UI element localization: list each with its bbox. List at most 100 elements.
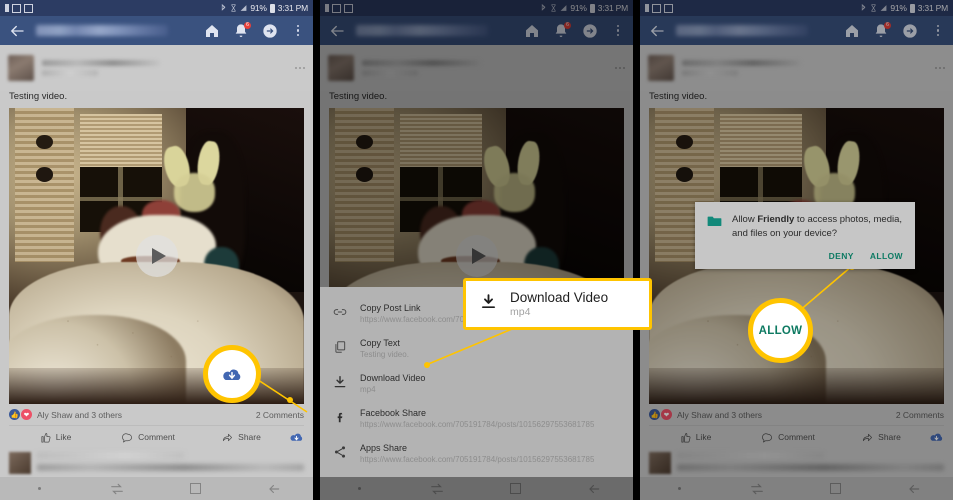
heart-reaction-icon: ❤: [661, 409, 672, 420]
hourglass-icon: [871, 4, 877, 12]
post-header: [320, 45, 633, 91]
download-video-callout[interactable]: Download Video mp4: [463, 278, 652, 330]
like-label: Like: [55, 432, 72, 442]
like-button[interactable]: Like: [9, 432, 102, 443]
play-icon[interactable]: [135, 235, 178, 277]
share-arrow-icon: [863, 433, 873, 441]
kebab-menu-icon[interactable]: [291, 23, 305, 39]
sheet-item-facebook-share[interactable]: Facebook Share https://www.facebook.com/…: [320, 401, 633, 436]
post-text: Testing video.: [329, 91, 388, 102]
recents-icon[interactable]: [110, 481, 125, 496]
notification-badge: 6: [884, 21, 891, 29]
like-label: Like: [695, 432, 712, 442]
three-panel-tutorial-screenshot: 91% 3:31 PM 6 Testing video. 👍 ❤ Aly Sha…: [0, 0, 953, 500]
messenger-icon[interactable]: [262, 23, 278, 39]
comments-count-label[interactable]: 2 Comments: [896, 410, 944, 420]
play-icon[interactable]: [455, 235, 498, 277]
callout-subtitle: mp4: [510, 306, 531, 318]
reactions-row: 👍 ❤ Aly Shaw and 3 others 2 Comments: [0, 404, 313, 422]
post-kebab-icon[interactable]: [295, 67, 305, 69]
app-nav-bar: 6: [0, 16, 313, 45]
post-kebab-icon[interactable]: [935, 67, 945, 69]
like-button[interactable]: Like: [649, 432, 742, 443]
dot-icon[interactable]: [32, 481, 47, 496]
back-arrow-icon[interactable]: [586, 481, 601, 496]
home-icon[interactable]: [204, 23, 220, 39]
back-arrow-icon[interactable]: [648, 22, 666, 40]
comment-avatar: [9, 452, 31, 474]
download-button-callout: [203, 345, 261, 403]
home-square-icon[interactable]: [828, 481, 843, 496]
back-arrow-icon[interactable]: [328, 22, 346, 40]
post-actions-row: Like Comment Share: [9, 425, 304, 448]
kebab-menu-icon[interactable]: [931, 23, 945, 39]
comments-count-label[interactable]: 2 Comments: [256, 410, 304, 420]
status-bar: 91% 3:31 PM: [0, 0, 313, 16]
dot-icon[interactable]: [672, 481, 687, 496]
android-nav-bar: [640, 477, 953, 500]
back-arrow-icon[interactable]: [906, 481, 921, 496]
link-icon: [332, 303, 348, 319]
share-label: Share: [238, 432, 261, 442]
back-arrow-icon[interactable]: [266, 481, 281, 496]
hourglass-icon: [231, 4, 237, 12]
nav-bar-icons: 6: [524, 21, 625, 39]
post-content: Testing video. 👍 ❤ Aly Shaw and 3 others…: [0, 45, 313, 500]
signal-icon: [560, 5, 567, 11]
speech-bubble-icon: [122, 432, 133, 442]
post-text: Testing video.: [9, 91, 68, 102]
sheet-item-apps-share[interactable]: Apps Share https://www.facebook.com/7051…: [320, 436, 633, 471]
recents-icon[interactable]: [750, 481, 765, 496]
allow-button[interactable]: ALLOW: [870, 251, 903, 261]
dot-icon[interactable]: [352, 481, 367, 496]
deny-button[interactable]: DENY: [829, 251, 854, 261]
thumbs-up-reaction-icon: 👍: [9, 409, 20, 420]
notification-badge: 6: [564, 21, 571, 29]
post-kebab-icon[interactable]: [615, 67, 625, 69]
messenger-icon[interactable]: [902, 23, 918, 39]
allow-callout-label: ALLOW: [758, 324, 803, 337]
home-icon[interactable]: [844, 23, 860, 39]
reactions-label: Aly Shaw and 3 others: [677, 409, 763, 420]
comment-button[interactable]: Comment: [742, 432, 835, 443]
reactions-row: 👍 ❤ Aly Shaw and 3 others 2 Comments: [640, 404, 953, 422]
battery-percent-label: 91%: [250, 3, 267, 13]
home-square-icon[interactable]: [508, 481, 523, 496]
comment-button[interactable]: Comment: [102, 432, 195, 443]
cloud-download-icon[interactable]: [928, 431, 944, 443]
android-nav-bar: [0, 477, 313, 500]
folder-icon: [707, 216, 722, 226]
allow-button-callout[interactable]: ALLOW: [748, 298, 813, 363]
app-nav-bar: 6: [640, 16, 953, 45]
home-icon[interactable]: [524, 23, 540, 39]
post-header: [0, 45, 313, 91]
comment-label: Comment: [778, 432, 815, 442]
home-square-icon[interactable]: [188, 481, 203, 496]
back-arrow-icon[interactable]: [8, 22, 26, 40]
bell-icon[interactable]: 6: [233, 21, 251, 39]
reaction-icons: 👍 ❤: [9, 409, 32, 420]
post-actions-row: Like Comment Share: [649, 425, 944, 448]
video-player[interactable]: [9, 108, 304, 404]
share-button[interactable]: Share: [835, 432, 928, 443]
status-bar: 91% 3:31 PM: [320, 0, 633, 16]
author-name-blurred: [682, 60, 800, 76]
kebab-menu-icon[interactable]: [611, 23, 625, 39]
bluetooth-icon: [222, 4, 226, 11]
cloud-download-icon[interactable]: [288, 431, 304, 443]
cloud-download-icon[interactable]: [221, 366, 243, 383]
screenshot-icon: [24, 3, 33, 13]
status-bar-left-icons: [5, 3, 33, 13]
messenger-icon[interactable]: [582, 23, 598, 39]
signal-icon: [880, 5, 887, 11]
share-button[interactable]: Share: [195, 432, 288, 443]
thumbs-up-icon: [681, 432, 691, 442]
bell-icon[interactable]: 6: [873, 21, 891, 39]
sheet-item-download-video[interactable]: Download Video mp4: [320, 366, 633, 401]
bell-icon[interactable]: 6: [553, 21, 571, 39]
recents-icon[interactable]: [430, 481, 445, 496]
battery-percent-label: 91%: [890, 3, 907, 13]
sheet-item-copy-text[interactable]: Copy Text Testing video.: [320, 331, 633, 366]
panel-2-share-sheet: 91% 3:31 PM 6 Testing video. Copy Post L…: [320, 0, 633, 500]
author-name-blurred: [362, 60, 480, 76]
